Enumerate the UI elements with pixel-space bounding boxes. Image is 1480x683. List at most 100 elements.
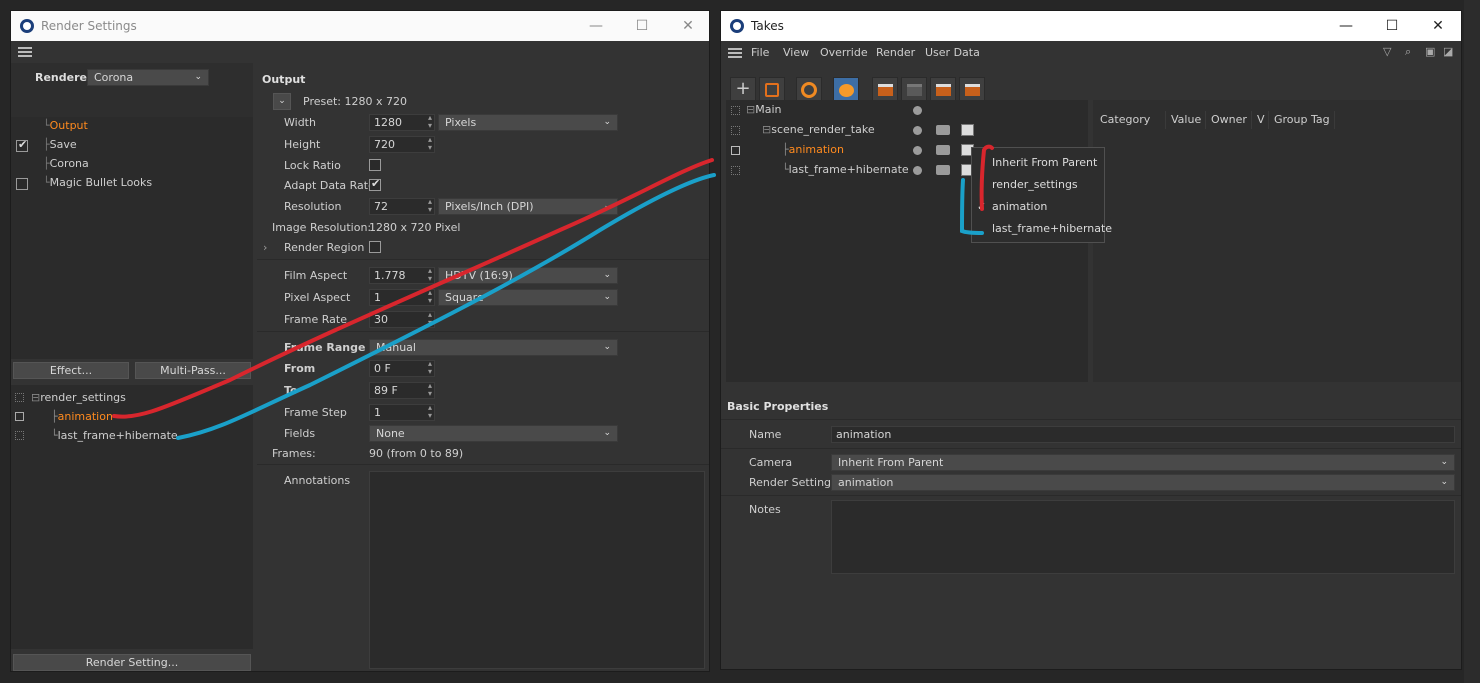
column-v[interactable]: V bbox=[1253, 111, 1269, 129]
tree-item-magic-bullet[interactable]: └Magic Bullet Looks bbox=[43, 174, 152, 192]
column-category[interactable]: Category bbox=[1096, 111, 1166, 129]
maximize-button[interactable]: ☐ bbox=[1369, 15, 1415, 37]
spinner-icon[interactable]: ▴ ▾ bbox=[428, 404, 432, 420]
column-value[interactable]: Value bbox=[1167, 111, 1206, 129]
checked-dot-icon[interactable] bbox=[913, 166, 922, 175]
render-setting-button[interactable]: Render Setting... bbox=[13, 654, 251, 671]
spinner-icon[interactable]: ▴ ▾ bbox=[428, 289, 432, 305]
auto-take-icon bbox=[801, 82, 817, 98]
menu-user-data[interactable]: User Data bbox=[925, 46, 980, 60]
height-field[interactable]: 720 ▴ ▾ bbox=[369, 136, 435, 153]
frame-range-select[interactable]: Manual ⌄ bbox=[369, 339, 618, 356]
preset-dropdown-button[interactable]: ⌄ bbox=[273, 93, 291, 110]
render-settings-icon[interactable] bbox=[961, 124, 974, 136]
camera-icon[interactable] bbox=[936, 165, 950, 175]
menu-item-render-settings[interactable]: render_settings bbox=[972, 174, 1104, 196]
width-field[interactable]: 1280 ▴ ▾ bbox=[369, 114, 435, 131]
notes-textarea[interactable] bbox=[831, 500, 1455, 574]
tree-item-label: Output bbox=[49, 119, 88, 132]
expand-icon bbox=[731, 126, 740, 135]
to-field[interactable]: 89 F ▴ ▾ bbox=[369, 382, 435, 399]
camera-select[interactable]: Inherit From Parent ⌄ bbox=[831, 454, 1455, 471]
magic-bullet-checkbox[interactable] bbox=[16, 178, 28, 190]
maximize-button[interactable]: ☐ bbox=[619, 15, 665, 37]
column-owner[interactable]: Owner bbox=[1207, 111, 1252, 129]
fields-select[interactable]: None ⌄ bbox=[369, 425, 618, 442]
list-item-animation[interactable]: ├animation bbox=[51, 408, 113, 426]
layout-icon[interactable]: ▣ bbox=[1425, 45, 1435, 59]
tree-item-corona[interactable]: ├Corona bbox=[43, 155, 89, 173]
spinner-icon[interactable]: ▴ ▾ bbox=[428, 311, 432, 327]
checked-dot-icon[interactable] bbox=[913, 146, 922, 155]
menu-item-inherit[interactable]: Inherit From Parent bbox=[972, 152, 1104, 174]
width-unit-select[interactable]: Pixels ⌄ bbox=[438, 114, 618, 131]
spinner-icon[interactable]: ▴ ▾ bbox=[428, 198, 432, 214]
save-checkbox[interactable] bbox=[16, 138, 28, 152]
list-item-last-frame[interactable]: └last_frame+hibernate bbox=[51, 427, 178, 445]
name-input[interactable]: animation bbox=[831, 426, 1455, 443]
checked-dot-icon[interactable] bbox=[913, 106, 922, 115]
minimize-button[interactable]: — bbox=[573, 15, 619, 37]
resolution-unit-select[interactable]: Pixels/Inch (DPI) ⌄ bbox=[438, 198, 618, 215]
lock-ratio-checkbox[interactable] bbox=[369, 159, 381, 171]
search-icon[interactable]: ⌕ bbox=[1405, 45, 1411, 59]
column-group-tag[interactable]: Group Tag bbox=[1270, 111, 1335, 129]
menu-file[interactable]: File bbox=[751, 46, 769, 60]
pixel-aspect-field[interactable]: 1 ▴ ▾ bbox=[369, 289, 435, 306]
image-resolution-value: 1280 x 720 Pixel bbox=[369, 221, 461, 234]
camera-icon[interactable] bbox=[936, 145, 950, 155]
to-value: 89 F bbox=[374, 384, 398, 397]
basic-properties-heading: Basic Properties bbox=[727, 400, 829, 413]
expand-icon bbox=[15, 431, 24, 440]
take-item-scene-render[interactable]: ⊟scene_render_take bbox=[762, 121, 875, 139]
filter-icon[interactable]: ▽ bbox=[1383, 45, 1391, 59]
effect-button[interactable]: Effect... bbox=[13, 362, 129, 379]
menu-override[interactable]: Override bbox=[820, 46, 868, 60]
take-item-main[interactable]: ⊟Main bbox=[746, 101, 781, 119]
menu-item-animation[interactable]: animation bbox=[972, 196, 1104, 218]
menu-render[interactable]: Render bbox=[876, 46, 915, 60]
film-aspect-select[interactable]: HDTV (16:9) ⌄ bbox=[438, 267, 618, 284]
frame-rate-field[interactable]: 30 ▴ ▾ bbox=[369, 311, 435, 328]
divider bbox=[721, 495, 1461, 496]
render-region-checkbox[interactable] bbox=[369, 241, 381, 253]
divider bbox=[721, 419, 1461, 420]
checked-dot-icon[interactable] bbox=[913, 126, 922, 135]
minimize-button[interactable]: — bbox=[1323, 15, 1369, 37]
take-item-animation[interactable]: ├animation bbox=[782, 141, 844, 159]
menu-item-last-frame[interactable]: last_frame+hibernate bbox=[972, 218, 1112, 240]
film-aspect-field[interactable]: 1.778 ▴ ▾ bbox=[369, 267, 435, 284]
list-item-render-settings[interactable]: ⊟render_settings bbox=[31, 389, 126, 407]
spinner-icon[interactable]: ▴ ▾ bbox=[428, 136, 432, 152]
frame-step-field[interactable]: 1 ▴ ▾ bbox=[369, 404, 435, 421]
new-window-icon[interactable]: ◪ bbox=[1443, 45, 1453, 59]
camera-icon[interactable] bbox=[936, 125, 950, 135]
from-field[interactable]: 0 F ▴ ▾ bbox=[369, 360, 435, 377]
spinner-icon[interactable]: ▴ ▾ bbox=[428, 267, 432, 283]
take-label: scene_render_take bbox=[771, 123, 875, 136]
spinner-icon[interactable]: ▴ ▾ bbox=[428, 360, 432, 376]
chevron-down-icon: ⌄ bbox=[194, 72, 202, 82]
menu-hamburger-icon[interactable] bbox=[18, 47, 32, 57]
menu-hamburger-icon[interactable] bbox=[728, 48, 742, 58]
menu-bar: File View Override Render User Data ▽ ⌕ … bbox=[721, 43, 1461, 63]
resolution-field[interactable]: 72 ▴ ▾ bbox=[369, 198, 435, 215]
menu-view[interactable]: View bbox=[783, 46, 809, 60]
tree-item-save[interactable]: ├Save bbox=[43, 136, 77, 154]
tree-item-output[interactable]: └Output bbox=[43, 117, 88, 135]
take-item-last-frame[interactable]: └last_frame+hibernate bbox=[782, 161, 909, 179]
expand-arrow-icon[interactable]: › bbox=[263, 241, 267, 255]
renderer-select[interactable]: Corona ⌄ bbox=[87, 69, 209, 86]
render-settings-select[interactable]: animation ⌄ bbox=[831, 474, 1455, 491]
close-button[interactable]: ✕ bbox=[1415, 15, 1461, 37]
spinner-icon[interactable]: ▴ ▾ bbox=[428, 382, 432, 398]
spinner-icon[interactable]: ▴ ▾ bbox=[428, 114, 432, 130]
divider bbox=[257, 331, 709, 332]
annotations-textarea[interactable] bbox=[369, 471, 705, 669]
close-button[interactable]: ✕ bbox=[665, 15, 709, 37]
multipass-button[interactable]: Multi-Pass... bbox=[135, 362, 251, 379]
resolution-unit-value: Pixels/Inch (DPI) bbox=[445, 200, 534, 213]
adapt-data-rate-checkbox[interactable] bbox=[369, 177, 381, 191]
pixel-aspect-select[interactable]: Square ⌄ bbox=[438, 289, 618, 306]
chevron-down-icon: ⌄ bbox=[603, 117, 611, 127]
